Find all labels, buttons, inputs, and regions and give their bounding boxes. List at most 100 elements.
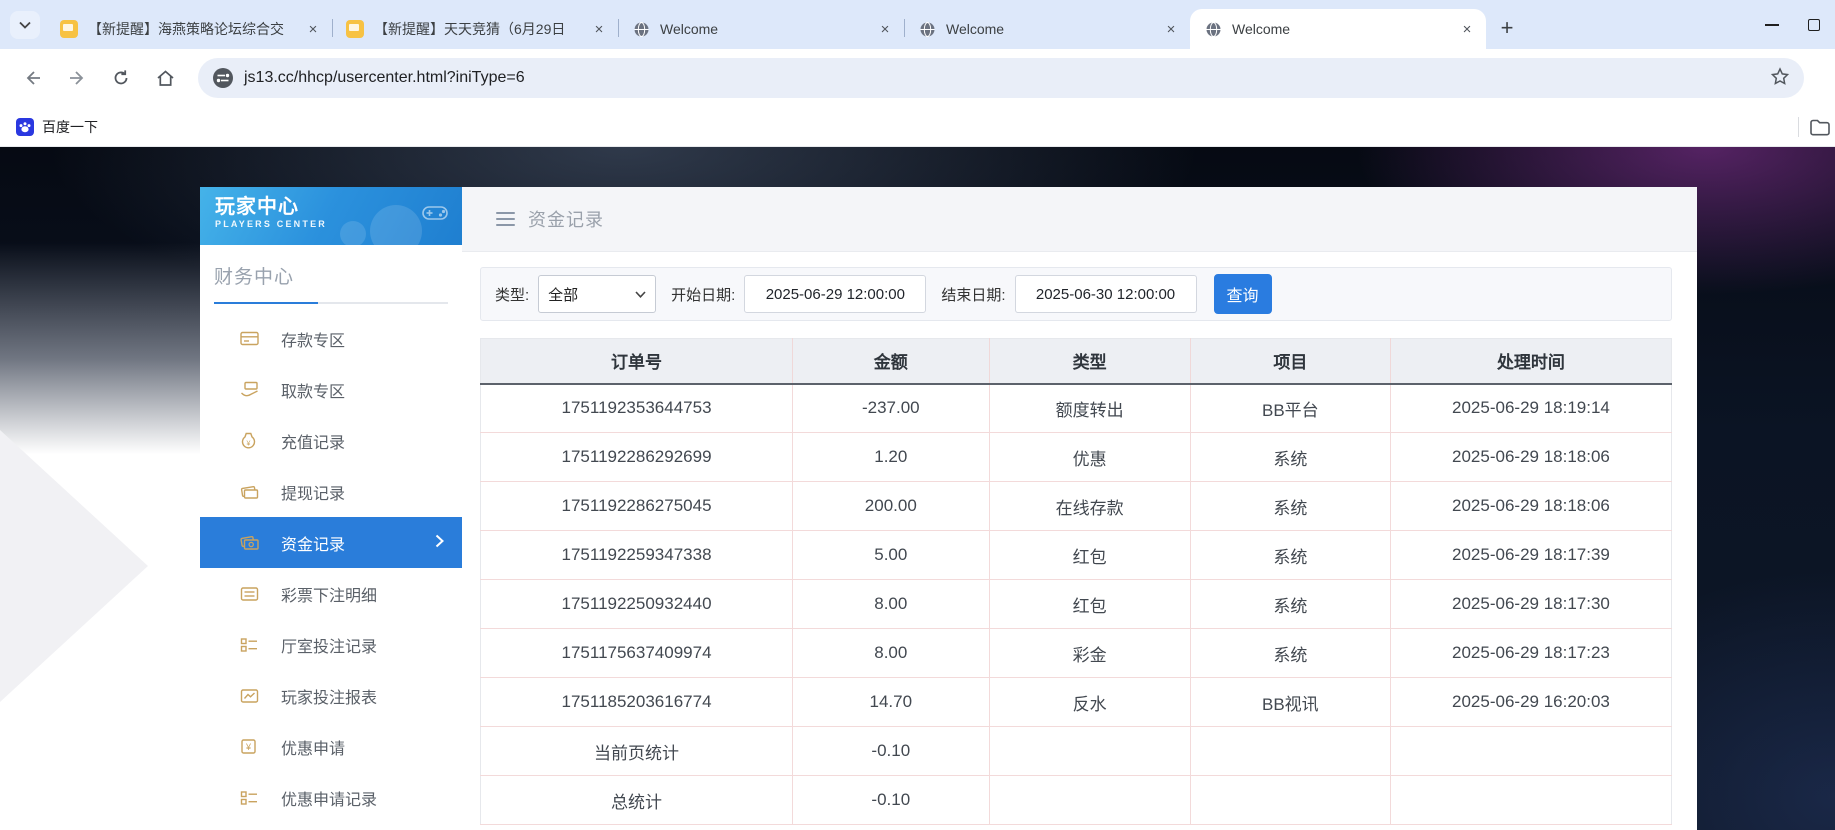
column-header: 类型 bbox=[989, 338, 1191, 385]
bookmarks-divider bbox=[1798, 117, 1799, 137]
sidebar-item-label: 取款专区 bbox=[281, 383, 346, 401]
table-cell: 系统 bbox=[1190, 628, 1391, 678]
tab-close-icon[interactable]: × bbox=[1458, 20, 1476, 38]
bookmark-star-icon[interactable] bbox=[1770, 67, 1790, 92]
tab-tiantian[interactable]: 【新提醒】天天竞猜（6月29日 × bbox=[332, 9, 618, 49]
table-cell: 系统 bbox=[1190, 481, 1391, 531]
sidebar-item-label: 存款专区 bbox=[281, 332, 346, 350]
table-cell: 1751192353644753 bbox=[480, 383, 794, 433]
sidebar-item-player-bet-report[interactable]: 玩家投注报表 bbox=[200, 670, 462, 721]
sidebar-item-fund-records[interactable]: 资金记录 bbox=[200, 517, 462, 568]
forward-button[interactable] bbox=[58, 59, 96, 97]
sidebar-item-lottery-bet-details[interactable]: 彩票下注明细 bbox=[200, 568, 462, 619]
table-cell bbox=[1190, 726, 1391, 776]
tab-title: 【新提醒】天天竞猜（6月29日 bbox=[374, 21, 566, 37]
type-select[interactable]: 全部 bbox=[538, 275, 657, 313]
back-arrow-icon bbox=[26, 71, 40, 85]
tab-welcome-1[interactable]: Welcome × bbox=[618, 9, 904, 49]
bookmark-baidu[interactable]: 百度一下 bbox=[16, 117, 98, 137]
chevron-right-icon bbox=[435, 534, 444, 553]
table-cell: -237.00 bbox=[792, 383, 990, 433]
table-cell: 8.00 bbox=[792, 579, 990, 629]
tab-search-button[interactable] bbox=[10, 11, 40, 39]
end-date-input[interactable] bbox=[1014, 275, 1197, 313]
tab-close-icon[interactable]: × bbox=[1162, 20, 1180, 38]
sidebar-item-label: 厅室投注记录 bbox=[281, 638, 378, 656]
bookmarks-bar: 百度一下 bbox=[0, 107, 1835, 147]
table-cell: 1751192286275045 bbox=[480, 481, 794, 531]
table-cell: 1751175637409974 bbox=[480, 628, 794, 678]
back-button[interactable] bbox=[14, 59, 52, 97]
chevron-down-icon bbox=[635, 290, 646, 298]
table-cell: 彩金 bbox=[989, 628, 1191, 678]
start-date-input[interactable] bbox=[744, 275, 927, 313]
globe-favicon-icon bbox=[632, 20, 650, 38]
report-chart-icon bbox=[240, 687, 260, 705]
tab-close-icon[interactable]: × bbox=[876, 20, 894, 38]
table-cell bbox=[989, 775, 1191, 825]
baidu-paw-icon bbox=[16, 117, 34, 136]
url-bar[interactable]: js13.cc/hhcp/usercenter.html?iniType=6 bbox=[198, 58, 1804, 98]
funds-table-head-row: 订单号 金额 类型 项目 处理时间 bbox=[480, 338, 1672, 385]
sidebar-item-label: 彩票下注明细 bbox=[281, 587, 378, 605]
table-cell: 优惠 bbox=[989, 432, 1191, 482]
minimize-button[interactable] bbox=[1751, 5, 1793, 45]
table-cell: 2025-06-29 18:18:06 bbox=[1390, 432, 1672, 482]
table-cell: 2025-06-29 18:17:30 bbox=[1390, 579, 1672, 629]
reload-icon bbox=[114, 70, 128, 85]
sidebar-item-promo-apply[interactable]: ¥ 优惠申请 bbox=[200, 721, 462, 772]
sidebar-item-withdrawal-records[interactable]: 提现记录 bbox=[200, 466, 462, 517]
browser-toolbar: js13.cc/hhcp/usercenter.html?iniType=6 bbox=[0, 49, 1835, 107]
table-cell: 红包 bbox=[989, 530, 1191, 580]
table-cell: 2025-06-29 18:19:14 bbox=[1390, 383, 1672, 433]
new-tab-button[interactable]: + bbox=[1492, 13, 1522, 43]
deposit-card-icon bbox=[240, 330, 260, 348]
query-button[interactable]: 查询 bbox=[1213, 274, 1272, 314]
table-cell: 系统 bbox=[1190, 432, 1391, 482]
list-check-icon bbox=[240, 789, 260, 807]
table-cell: 1751192250932440 bbox=[480, 579, 794, 629]
table-cell: 14.70 bbox=[792, 677, 990, 727]
coupon-icon: ¥ bbox=[240, 738, 260, 756]
menu-toggle-icon[interactable] bbox=[496, 211, 515, 227]
sidebar-item-hall-bet-records[interactable]: 厅室投注记录 bbox=[200, 619, 462, 670]
tab-close-icon[interactable]: × bbox=[304, 20, 322, 38]
site-info-icon[interactable] bbox=[212, 67, 234, 89]
page-title: 资金记录 bbox=[528, 210, 604, 230]
type-label: 类型: bbox=[495, 286, 530, 304]
fund-records-panel: 资金记录 类型: 全部 开始日期: 结束日期: 查询 bbox=[462, 187, 1697, 830]
maximize-button[interactable] bbox=[1793, 5, 1835, 45]
svg-text:¥: ¥ bbox=[247, 440, 251, 447]
folder-icon[interactable] bbox=[1809, 118, 1831, 137]
home-button[interactable] bbox=[146, 59, 184, 97]
sidebar-item-deposit-zone[interactable]: 存款专区 bbox=[200, 313, 462, 364]
reload-button[interactable] bbox=[102, 59, 140, 97]
tab-close-icon[interactable]: × bbox=[590, 20, 608, 38]
section-underline bbox=[214, 302, 448, 304]
table-cell: 1751185203616774 bbox=[480, 677, 794, 727]
filter-bar: 类型: 全部 开始日期: 结束日期: 查询 bbox=[480, 267, 1672, 321]
chevron-down-icon bbox=[19, 21, 31, 29]
tab-welcome-active[interactable]: Welcome × bbox=[1190, 9, 1486, 49]
column-header: 处理时间 bbox=[1390, 338, 1672, 385]
table-row: 1751192286292699 1.20 优惠 系统 2025-06-29 18:18… bbox=[480, 432, 1672, 482]
home-icon bbox=[156, 69, 174, 86]
section-title: 财务中心 bbox=[214, 267, 295, 288]
sidebar-item-recharge-records[interactable]: ¥ 充值记录 bbox=[200, 415, 462, 466]
tab-strip: 【新提醒】海燕策略论坛综合交 × 【新提醒】天天竞猜（6月29日 × Welco… bbox=[0, 0, 1835, 49]
tab-welcome-2[interactable]: Welcome × bbox=[904, 9, 1190, 49]
table-row: 1751185203616774 14.70 反水 BB视讯 2025-06-29 16… bbox=[480, 677, 1672, 727]
table-cell: -0.10 bbox=[792, 726, 990, 776]
svg-text:¥: ¥ bbox=[245, 742, 252, 752]
content-body: 类型: 全部 开始日期: 结束日期: 查询 订单号金额类型项目处理时间 17 bbox=[462, 252, 1697, 825]
sidebar-item-promo-apply-records[interactable]: 优惠申请记录 bbox=[200, 772, 462, 823]
sidebar-item-withdraw-zone[interactable]: 取款专区 bbox=[200, 364, 462, 415]
tab-title: Welcome bbox=[660, 21, 719, 37]
globe-favicon-icon bbox=[918, 20, 936, 38]
player-center-sidebar: 玩家中心 PLAYERS CENTER 财务中心 存款专区 取款专区 ¥ 充值记… bbox=[200, 187, 462, 830]
table-row: 1751192353644753 -237.00 额度转出 BB平台 2025-06-2… bbox=[480, 383, 1672, 433]
gamepad-icon bbox=[422, 206, 448, 220]
chat-favicon-icon bbox=[60, 20, 78, 38]
table-cell: 系统 bbox=[1190, 530, 1391, 580]
tab-haiyan[interactable]: 【新提醒】海燕策略论坛综合交 × bbox=[46, 9, 332, 49]
